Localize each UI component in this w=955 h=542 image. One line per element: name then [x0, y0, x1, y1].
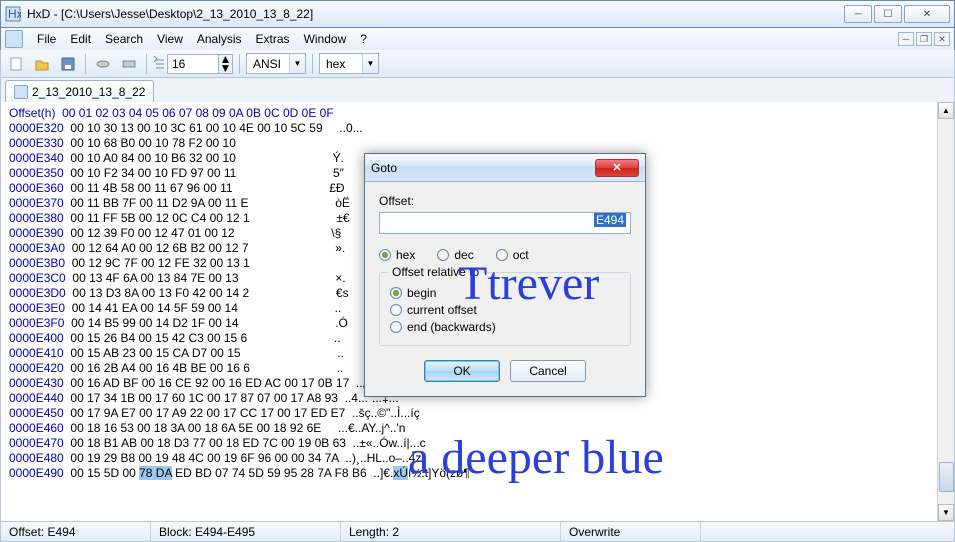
file-icon: [14, 85, 28, 99]
menu-help[interactable]: ?: [354, 30, 373, 48]
offset-input[interactable]: E494: [379, 212, 631, 234]
status-bar: Offset: E494 Block: E494-E495 Length: 2 …: [0, 522, 955, 542]
status-mode: Overwrite: [561, 522, 701, 541]
scroll-thumb[interactable]: [939, 462, 954, 492]
app-icon: Hx: [5, 6, 21, 22]
radix-dec-radio[interactable]: dec: [437, 248, 473, 262]
menu-view[interactable]: View: [151, 30, 189, 48]
menu-search[interactable]: Search: [99, 30, 149, 48]
mdi-close-button[interactable]: ✕: [934, 32, 950, 46]
relative-end-radio[interactable]: end (backwards): [390, 320, 620, 334]
new-button[interactable]: [5, 53, 27, 75]
scroll-up-button[interactable]: ▲: [938, 102, 954, 119]
svg-text:Hx: Hx: [8, 7, 21, 21]
bytes-per-row-control[interactable]: ▲▼: [153, 53, 233, 75]
open-ram-button[interactable]: [118, 53, 140, 75]
minimize-button[interactable]: ─: [844, 5, 872, 23]
file-tab[interactable]: 2_13_2010_13_8_22: [5, 80, 154, 102]
group-label: Offset relative to: [388, 265, 483, 279]
close-button[interactable]: ✕: [904, 5, 950, 23]
menu-edit[interactable]: Edit: [64, 30, 97, 48]
toolbar: ▲▼ ANSI▼ hex▼: [0, 50, 955, 78]
window-title: HxD - [C:\Users\Jesse\Desktop\2_13_2010_…: [27, 7, 844, 21]
status-length: Length: 2: [341, 522, 561, 541]
relative-current-radio[interactable]: current offset: [390, 303, 620, 317]
radix-hex-radio[interactable]: hex: [379, 248, 415, 262]
chevron-down-icon: ▼: [289, 54, 305, 73]
bytes-per-row-input[interactable]: [167, 54, 219, 74]
goto-dialog: Goto ✕ Offset: E494 hex dec oct Offset r…: [364, 153, 646, 397]
tab-strip: 2_13_2010_13_8_22: [0, 78, 955, 102]
relative-begin-radio[interactable]: begin: [390, 286, 620, 300]
vertical-scrollbar[interactable]: ▲ ▼: [937, 102, 954, 521]
relative-to-group: Offset relative to begin current offset …: [379, 272, 631, 346]
save-button[interactable]: [57, 53, 79, 75]
charset-combo[interactable]: ANSI▼: [246, 53, 306, 74]
offset-label: Offset:: [379, 194, 631, 208]
dialog-close-button[interactable]: ✕: [595, 159, 639, 177]
scroll-down-button[interactable]: ▼: [938, 504, 954, 521]
number-base-combo[interactable]: hex▼: [319, 53, 379, 74]
bytes-per-row-spinner[interactable]: ▲▼: [219, 54, 233, 74]
menu-extras[interactable]: Extras: [250, 30, 296, 48]
mdi-minimize-button[interactable]: ─: [898, 32, 914, 46]
tab-label: 2_13_2010_13_8_22: [32, 85, 145, 99]
menu-bar: File Edit Search View Analysis Extras Wi…: [0, 28, 955, 50]
open-button[interactable]: [31, 53, 53, 75]
radix-oct-radio[interactable]: oct: [496, 248, 529, 262]
chevron-down-icon: ▼: [362, 54, 378, 73]
maximize-button[interactable]: ☐: [874, 5, 902, 23]
dialog-titlebar[interactable]: Goto ✕: [365, 154, 645, 182]
menu-analysis[interactable]: Analysis: [191, 30, 248, 48]
status-block: Block: E494-E495: [151, 522, 341, 541]
document-icon: [5, 30, 23, 48]
ok-button[interactable]: OK: [424, 360, 500, 382]
cancel-button[interactable]: Cancel: [510, 360, 586, 382]
menu-window[interactable]: Window: [298, 30, 353, 48]
window-titlebar: Hx HxD - [C:\Users\Jesse\Desktop\2_13_20…: [0, 0, 955, 28]
status-offset: Offset: E494: [1, 522, 151, 541]
dialog-title: Goto: [371, 161, 595, 175]
mdi-restore-button[interactable]: ❐: [916, 32, 932, 46]
open-disk-button[interactable]: [92, 53, 114, 75]
menu-file[interactable]: File: [31, 30, 62, 48]
